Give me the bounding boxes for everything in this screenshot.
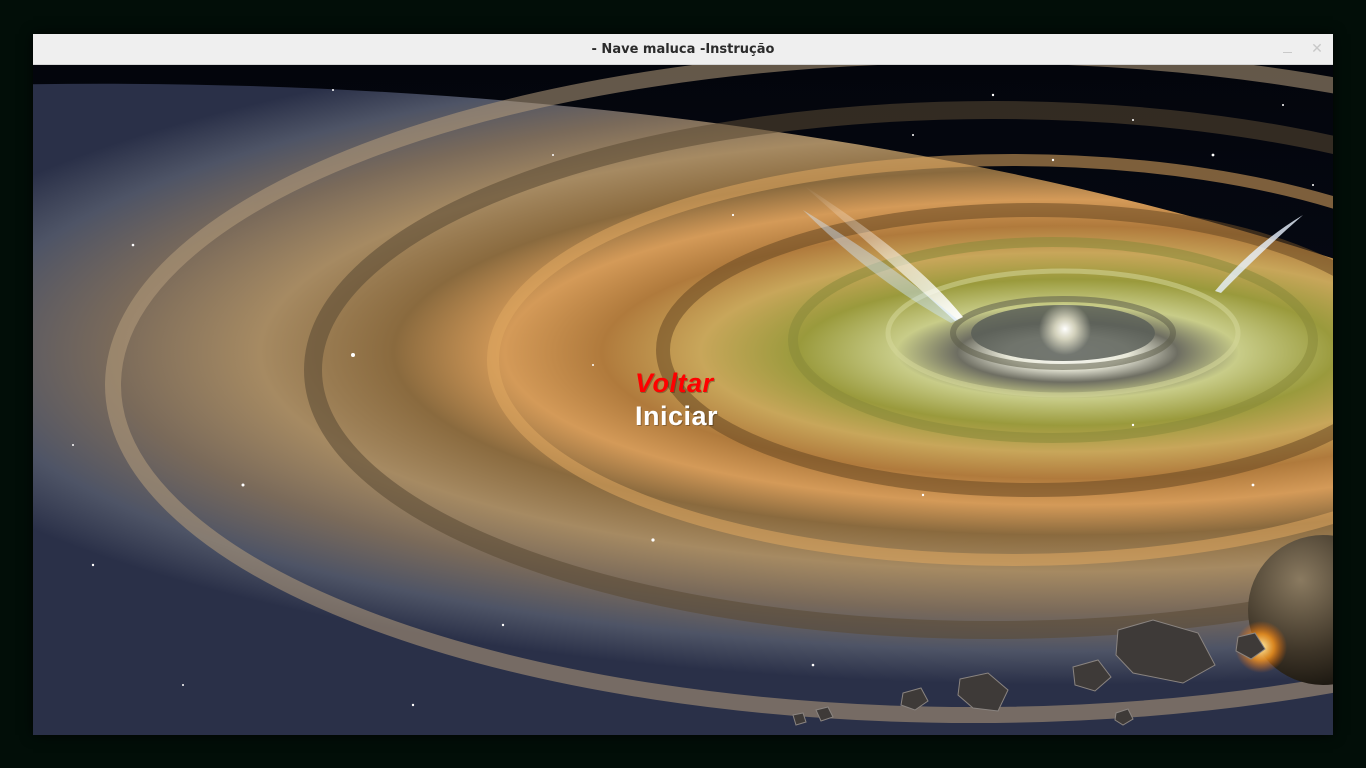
desktop: - Nave maluca -Instrução ✕ Voltar Inicia… [0, 0, 1366, 768]
game-canvas[interactable]: Voltar Iniciar [33, 65, 1333, 735]
minimize-icon [1282, 52, 1292, 53]
close-button[interactable]: ✕ [1307, 40, 1327, 58]
title-bar[interactable]: - Nave maluca -Instrução ✕ [33, 34, 1333, 65]
close-icon: ✕ [1311, 41, 1323, 57]
window-title: - Nave maluca -Instrução [591, 42, 775, 57]
game-window: - Nave maluca -Instrução ✕ Voltar Inicia… [33, 34, 1333, 735]
menu-item-iniciar[interactable]: Iniciar [635, 400, 755, 433]
main-menu: Voltar Iniciar [635, 367, 755, 433]
minimize-button[interactable] [1277, 40, 1297, 58]
menu-item-voltar[interactable]: Voltar [635, 367, 755, 400]
